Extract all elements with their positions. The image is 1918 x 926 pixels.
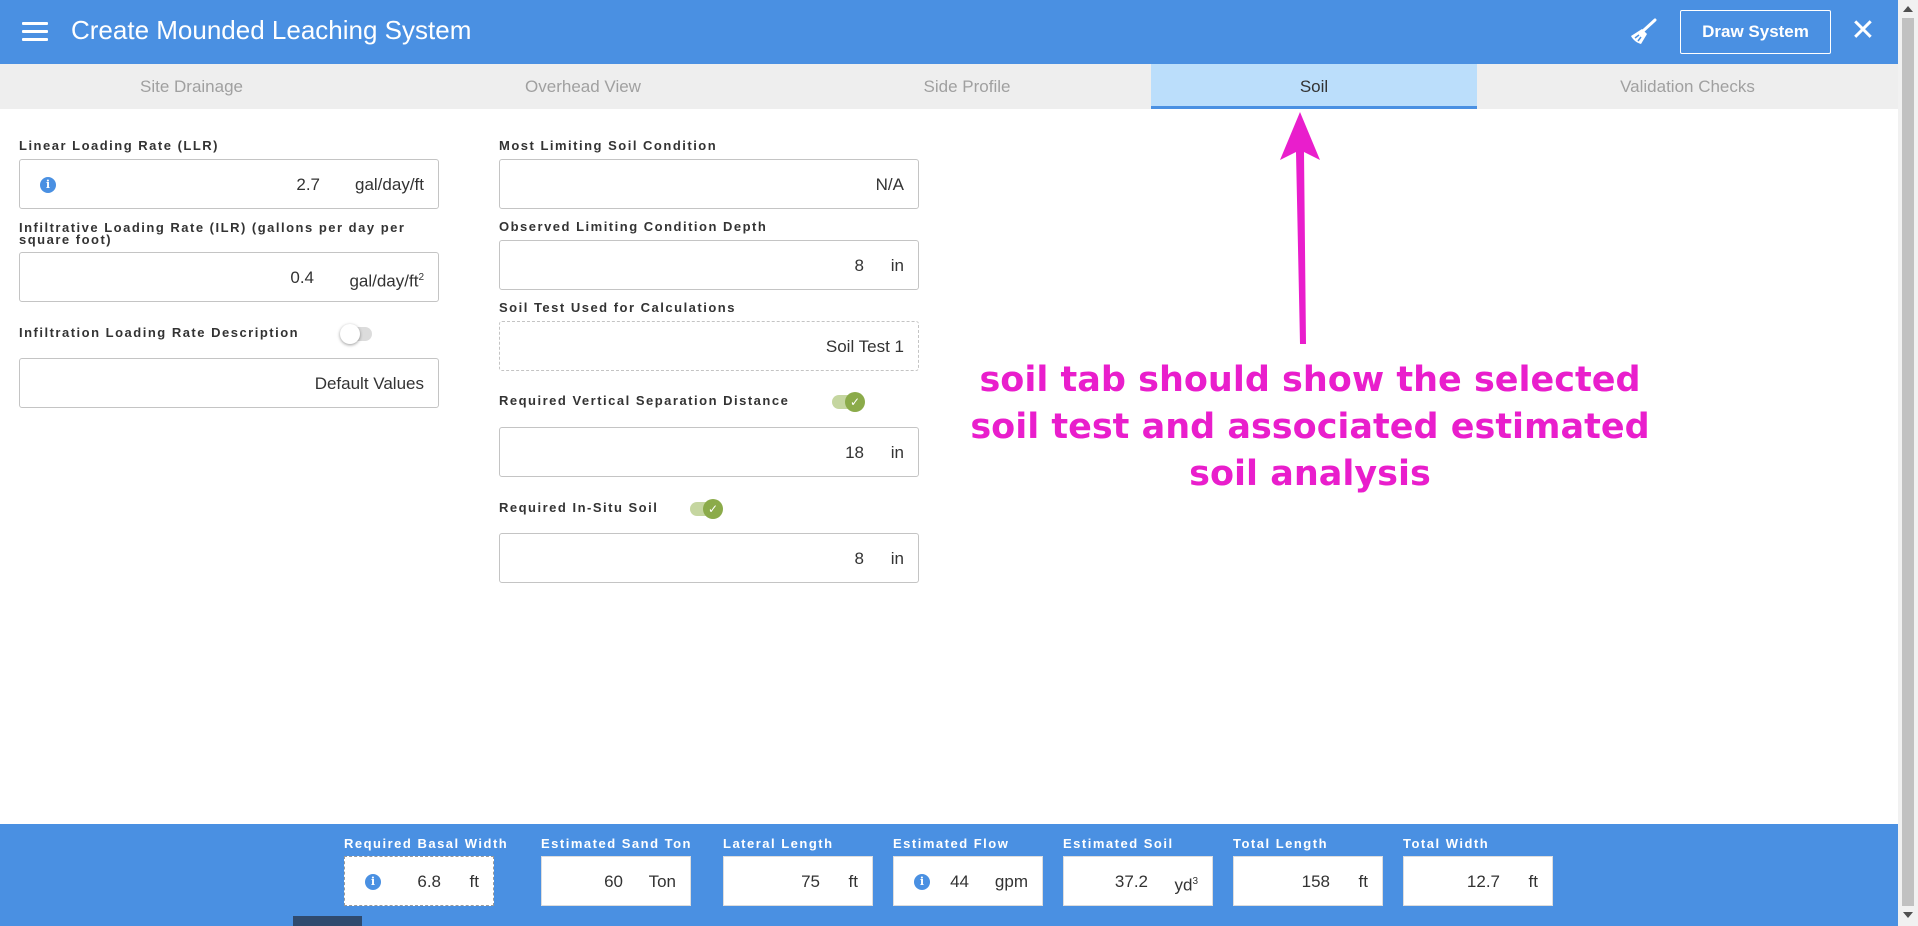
ilr-description-value: Default Values [314, 374, 424, 393]
sand-ton-value: 60 [604, 872, 623, 891]
observed-depth-label: Observed Limiting Condition Depth [499, 219, 768, 234]
total-width-unit: ft [1528, 872, 1538, 891]
vertical-separation-label: Required Vertical Separation Distance [499, 393, 790, 408]
info-icon[interactable]: i [40, 177, 56, 193]
ilr-unit: gal/day/ft2 [349, 253, 424, 307]
llr-label: Linear Loading Rate (LLR) [19, 138, 219, 153]
vertical-separation-value: 18 [845, 443, 864, 462]
scroll-down-arrow-icon[interactable] [1903, 912, 1913, 918]
limiting-condition-value: N/A [875, 175, 904, 194]
llr-value: 2.7 [296, 175, 320, 194]
tab-side-profile[interactable]: Side Profile [783, 64, 1151, 109]
ilr-unit-text: gal/day/ft [349, 271, 419, 291]
insitu-soil-value: 8 [854, 549, 864, 568]
draw-system-button[interactable]: Draw System [1680, 10, 1831, 54]
basal-width-field[interactable]: i 6.8 ft [344, 856, 494, 906]
ilr-unit-superscript: 2 [418, 272, 424, 283]
tab-overhead-view[interactable]: Overhead View [383, 64, 783, 109]
insitu-soil-field[interactable]: 8 in [499, 533, 919, 583]
basal-width-label: Required Basal Width [344, 836, 509, 851]
check-icon: ✓ [845, 392, 865, 412]
annotation-line-2: soil test and associated estimated [970, 407, 1650, 447]
horizontal-scroll-indicator[interactable] [293, 916, 362, 926]
tab-bar: Site Drainage Overhead View Side Profile… [0, 64, 1898, 109]
page-title: Create Mounded Leaching System [71, 15, 472, 45]
limiting-condition-label: Most Limiting Soil Condition [499, 138, 718, 153]
sand-ton-field[interactable]: 60 Ton [541, 856, 691, 906]
llr-unit: gal/day/ft [355, 175, 424, 194]
lateral-length-label: Lateral Length [723, 836, 834, 851]
toggle-knob [340, 324, 360, 344]
flow-label: Estimated Flow [893, 836, 1010, 851]
limiting-condition-field[interactable]: N/A [499, 159, 919, 209]
tab-site-drainage[interactable]: Site Drainage [0, 64, 383, 109]
basal-width-value: 6.8 [417, 872, 441, 891]
vertical-scrollbar[interactable] [1898, 0, 1918, 926]
ilr-label: Infiltrative Loading Rate (ILR) (gallons… [19, 220, 406, 247]
vertical-separation-field[interactable]: 18 in [499, 427, 919, 477]
lateral-length-unit: ft [848, 872, 858, 891]
annotation-text: soil tab should show the selected soil t… [960, 357, 1660, 498]
soil-unit-text: yd [1174, 875, 1193, 895]
annotation-line-1: soil tab should show the selected [979, 360, 1641, 400]
tab-soil[interactable]: Soil [1151, 64, 1477, 109]
soil-test-label: Soil Test Used for Calculations [499, 300, 736, 315]
tab-validation-checks[interactable]: Validation Checks [1477, 64, 1898, 109]
info-icon[interactable]: i [914, 874, 930, 890]
title-bar: Create Mounded Leaching System Draw Syst… [0, 0, 1898, 64]
vertical-separation-unit: in [890, 443, 904, 462]
sand-ton-label: Estimated Sand Ton [541, 836, 692, 851]
total-length-label: Total Length [1233, 836, 1329, 851]
soil-field[interactable]: 37.2 yd3 [1063, 856, 1213, 906]
lateral-length-value: 75 [801, 872, 820, 891]
scroll-up-arrow-icon[interactable] [1903, 6, 1913, 12]
total-length-field[interactable]: 158 ft [1233, 856, 1383, 906]
total-width-value: 12.7 [1466, 872, 1500, 891]
observed-depth-field[interactable]: 8 in [499, 240, 919, 290]
ilr-description-field[interactable]: Default Values [19, 358, 439, 408]
ilr-description-label: Infiltration Loading Rate Description [19, 325, 300, 340]
basal-width-unit: ft [469, 872, 479, 891]
llr-field[interactable]: i 2.7 gal/day/ft [19, 159, 439, 209]
close-icon[interactable]: ✕ [1848, 16, 1878, 46]
annotation-arrow [1280, 112, 1320, 344]
ilr-value: 0.4 [290, 268, 314, 287]
total-width-field[interactable]: 12.7 ft [1403, 856, 1553, 906]
insitu-soil-unit: in [890, 549, 904, 568]
scroll-thumb[interactable] [1902, 18, 1914, 906]
soil-label: Estimated Soil [1063, 836, 1174, 851]
broom-icon[interactable] [1628, 18, 1658, 46]
annotation-line-3: soil analysis [1189, 454, 1431, 494]
menu-icon[interactable] [22, 22, 48, 42]
soil-unit-superscript: 3 [1192, 876, 1198, 887]
sand-ton-unit: Ton [648, 872, 676, 891]
flow-field[interactable]: i 44 gpm [893, 856, 1043, 906]
lateral-length-field[interactable]: 75 ft [723, 856, 873, 906]
insitu-soil-label: Required In-Situ Soil [499, 500, 659, 515]
flow-value: 44 [950, 872, 969, 891]
info-icon[interactable]: i [365, 874, 381, 890]
observed-depth-value: 8 [854, 256, 864, 275]
soil-value: 37.2 [1114, 872, 1148, 891]
soil-test-value: Soil Test 1 [825, 337, 904, 356]
observed-depth-unit: in [890, 256, 904, 275]
ilr-description-toggle[interactable] [340, 324, 372, 344]
summary-bar: Required Basal Width i 6.8 ft Estimated … [0, 824, 1898, 926]
flow-unit: gpm [994, 872, 1028, 891]
ilr-field[interactable]: 0.4 gal/day/ft2 [19, 252, 439, 302]
total-width-label: Total Width [1403, 836, 1490, 851]
insitu-soil-toggle[interactable]: ✓ [690, 499, 723, 519]
total-length-value: 158 [1301, 872, 1330, 891]
soil-unit: yd3 [1174, 857, 1198, 911]
total-length-unit: ft [1358, 872, 1368, 891]
check-icon: ✓ [703, 499, 723, 519]
vertical-separation-toggle[interactable]: ✓ [832, 392, 865, 412]
soil-test-field[interactable]: Soil Test 1 [499, 321, 919, 371]
